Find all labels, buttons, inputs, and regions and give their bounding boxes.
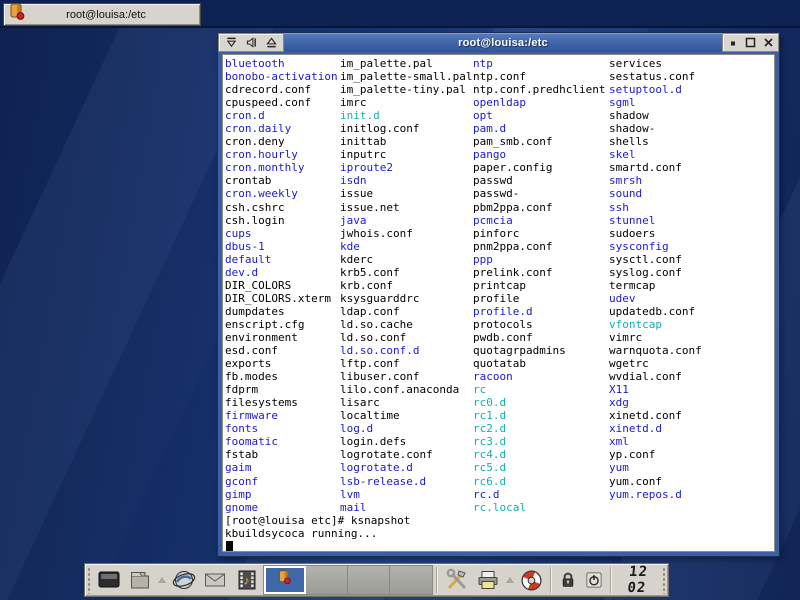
help-lifering-icon[interactable] bbox=[516, 565, 548, 595]
titlebar-right-buttons bbox=[722, 33, 779, 52]
desktop-pager bbox=[263, 565, 433, 595]
window-titlebar[interactable]: root@louisa:/etc bbox=[218, 33, 779, 52]
terminal-screen[interactable]: bluetoothbonobo-activationcdrecord.confc… bbox=[222, 54, 775, 552]
konsole-icon bbox=[8, 3, 26, 26]
panel-grip-right[interactable] bbox=[661, 566, 667, 594]
titlebar-left-buttons bbox=[218, 33, 284, 52]
home-folder-icon[interactable] bbox=[125, 565, 157, 595]
close-icon[interactable] bbox=[760, 35, 776, 50]
minimize-icon[interactable] bbox=[725, 35, 741, 50]
panel-separator bbox=[610, 567, 612, 593]
terminal-status-line: kbuildsycoca running... bbox=[225, 527, 377, 540]
svg-text:♪: ♪ bbox=[243, 574, 249, 588]
pager-desktop-3[interactable] bbox=[348, 566, 390, 594]
taskbar-window-button[interactable]: root@louisa:/etc bbox=[3, 3, 201, 26]
pager-desktop-1[interactable] bbox=[264, 566, 306, 594]
konsole-window: root@louisa:/etc bluetoothbonobo-activat… bbox=[218, 33, 779, 556]
panel-separator bbox=[550, 567, 552, 593]
titlebar-drag-area[interactable]: root@louisa:/etc bbox=[284, 33, 722, 52]
window-title: root@louisa:/etc bbox=[458, 37, 548, 49]
konsole-icon bbox=[277, 570, 292, 590]
desktop-wallpaper[interactable]: root@louisa:/etc root@louisa:/etc bbox=[0, 0, 800, 600]
maximize-icon[interactable] bbox=[743, 35, 759, 50]
pin-icon[interactable] bbox=[243, 35, 259, 50]
power-icon[interactable] bbox=[581, 565, 607, 595]
terminal-cursor bbox=[226, 541, 233, 552]
pager-desktop-4[interactable] bbox=[390, 566, 432, 594]
terminal-screen-icon[interactable] bbox=[93, 565, 125, 595]
tools-icon[interactable] bbox=[441, 565, 473, 595]
panel-separator bbox=[436, 567, 438, 593]
window-frame: bluetoothbonobo-activationcdrecord.confc… bbox=[218, 52, 779, 556]
top-taskbar-strip: root@louisa:/etc bbox=[0, 0, 800, 28]
printer-icon[interactable] bbox=[472, 565, 504, 595]
panel-clock[interactable]: 12 02 bbox=[613, 564, 662, 596]
bottom-panel: ♪ bbox=[84, 563, 669, 597]
pager-desktop-2[interactable] bbox=[306, 566, 348, 594]
panel-expand-arrow-icon[interactable] bbox=[504, 565, 516, 595]
panel-grip-left[interactable] bbox=[86, 566, 92, 594]
taskbar-window-button-label: root@louisa:/etc bbox=[26, 9, 200, 21]
terminal-prompt-line: [root@louisa etc]# ksnapshot bbox=[225, 514, 410, 527]
multimedia-film-icon[interactable]: ♪ bbox=[231, 565, 263, 595]
shade-icon[interactable] bbox=[263, 35, 279, 50]
web-browser-globe-icon[interactable] bbox=[168, 565, 200, 595]
panel-expand-arrow-icon[interactable] bbox=[156, 565, 168, 595]
lock-icon[interactable] bbox=[555, 565, 581, 595]
menu-icon[interactable] bbox=[223, 35, 239, 50]
mail-envelope-icon[interactable] bbox=[200, 565, 232, 595]
